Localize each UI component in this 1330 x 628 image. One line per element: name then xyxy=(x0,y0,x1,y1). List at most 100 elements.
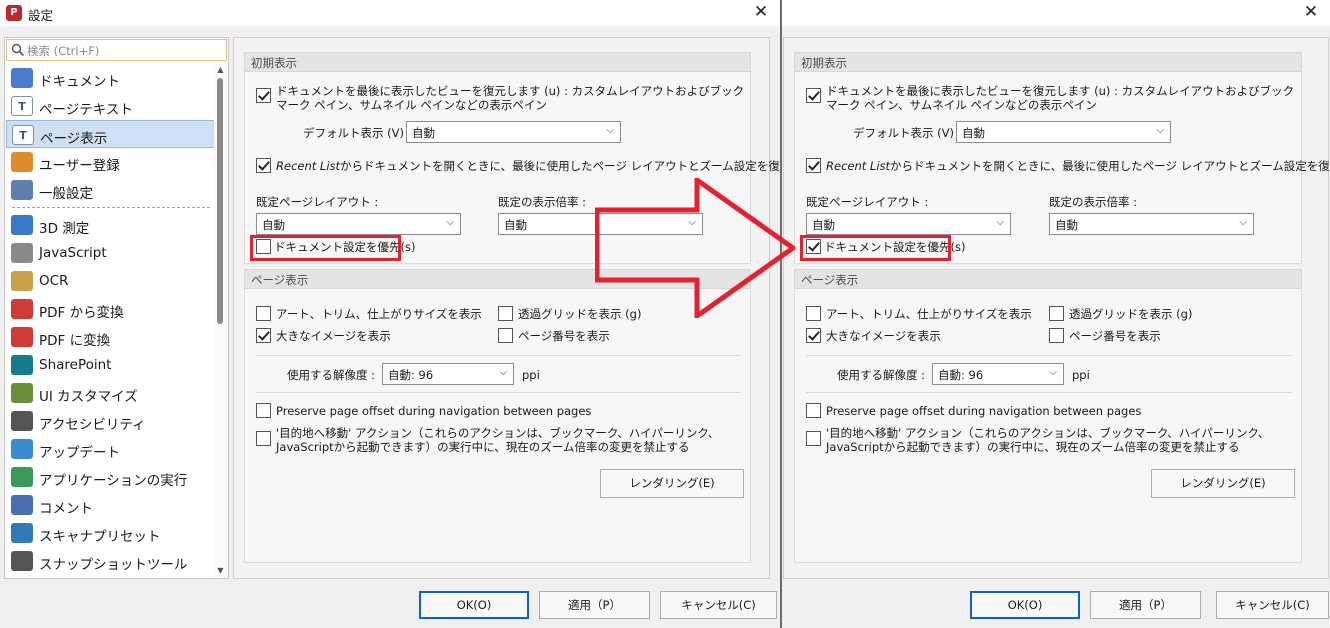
close-button[interactable]: ✕ xyxy=(748,1,774,25)
page-layout-select[interactable]: 自動 ⌵ xyxy=(256,213,461,235)
settings-nav: 検索 (Ctrl+F) ドキュメント T ページテキスト T ページ表示ユーザー登録 一般… xyxy=(4,37,229,579)
resolution-label: 使用する解像度 : xyxy=(837,368,926,382)
preserve-offset-label: Preserve page offset during navigation b… xyxy=(826,404,1142,418)
large-images-checkbox[interactable] xyxy=(256,328,271,343)
art-trim-checkbox[interactable] xyxy=(806,306,821,321)
restore-view-label: ドキュメントを最後に表示したビューを復元します (u) : カスタムレイアウトお… xyxy=(276,84,745,112)
cancel-button[interactable]: キャンセル(C) xyxy=(660,591,777,619)
settings-icon xyxy=(11,180,33,200)
goto-action-label: '目的地へ移動' アクション（これらのアクションは、ブックマーク、ハイパーリンク… xyxy=(826,426,1270,454)
ok-button[interactable]: OK(O) xyxy=(970,591,1080,619)
default-view-select[interactable]: 自動 ⌵ xyxy=(406,121,621,143)
apply-button[interactable]: 適用（P） xyxy=(539,591,650,619)
nav-item-label: スキャナプリセット xyxy=(39,529,161,545)
goto-action-checkbox[interactable] xyxy=(256,431,271,446)
nav-item[interactable]: アップデート xyxy=(6,435,216,463)
nav-item[interactable]: スナップショットツール xyxy=(6,547,216,575)
nav-item[interactable]: T ページテキスト xyxy=(6,92,216,120)
nav-item[interactable]: ドキュメント xyxy=(6,64,216,92)
large-images-label: 大きなイメージを表示 xyxy=(826,329,941,343)
nav-item[interactable]: SharePoint xyxy=(6,351,216,379)
nav-item-label: 一般設定 xyxy=(39,186,93,202)
page-display-group-header: ページ表示 xyxy=(794,269,1302,289)
nav-item-label: アクセシビリティ xyxy=(39,417,146,433)
page-layout-label: 既定ページレイアウト : xyxy=(256,195,379,209)
goto-action-checkbox[interactable] xyxy=(806,431,821,446)
resolution-select[interactable]: 自動: 96 ⌵ xyxy=(382,363,514,385)
recent-list-checkbox[interactable] xyxy=(256,158,271,173)
goto-action-label: '目的地へ移動' アクション（これらのアクションは、ブックマーク、ハイパーリンク… xyxy=(276,426,720,454)
nav-item[interactable]: 3D 測定 xyxy=(6,211,216,239)
nav-item[interactable]: JavaScript xyxy=(6,239,216,267)
nav-item[interactable]: PDF に変換 xyxy=(6,323,216,351)
page-numbers-label: ページ番号を表示 xyxy=(1069,329,1161,343)
nav-item[interactable]: UI カスタマイズ xyxy=(6,379,216,407)
resolution-select[interactable]: 自動: 96 ⌵ xyxy=(932,363,1064,385)
right-arrow-icon xyxy=(595,178,795,318)
user-icon xyxy=(11,152,33,172)
page-numbers-checkbox[interactable] xyxy=(1049,328,1064,343)
nav-item[interactable]: PDF から変換 xyxy=(6,295,216,323)
rendering-button[interactable]: レンダリング(E) xyxy=(600,469,744,498)
page-layout-label: 既定ページレイアウト : xyxy=(806,195,929,209)
page-numbers-checkbox[interactable] xyxy=(498,328,513,343)
chevron-down-icon: ⌵ xyxy=(1049,367,1057,378)
large-images-checkbox[interactable] xyxy=(806,328,821,343)
nav-item[interactable]: 一般設定 xyxy=(6,176,216,204)
scroll-thumb[interactable] xyxy=(217,78,223,324)
pdf-editor-icon: P xyxy=(6,5,22,21)
restore-view-checkbox[interactable] xyxy=(806,88,821,103)
nav-item[interactable]: アプリケーションの実行 xyxy=(6,463,216,491)
transparency-grid-checkbox[interactable] xyxy=(1049,306,1064,321)
nav-item[interactable]: OCR xyxy=(6,267,216,295)
close-button[interactable]: ✕ xyxy=(1298,1,1324,25)
highlight-box xyxy=(250,235,401,261)
nav-scrollbar[interactable]: ▲ ▼ xyxy=(214,64,227,577)
ui-customize-icon xyxy=(11,383,33,403)
apply-button[interactable]: 適用（P） xyxy=(1090,591,1201,619)
page-numbers-label: ページ番号を表示 xyxy=(518,329,610,343)
search-input[interactable]: 検索 (Ctrl+F) xyxy=(6,39,227,61)
nav-item[interactable]: コメント xyxy=(6,491,216,519)
default-view-select[interactable]: 自動 ⌵ xyxy=(956,121,1171,143)
nav-divider xyxy=(12,207,210,208)
nav-item[interactable]: スキャナプリセット xyxy=(6,519,216,547)
sharepoint-icon xyxy=(11,355,33,375)
cancel-button[interactable]: キャンセル(C) xyxy=(1216,591,1329,619)
camera-icon xyxy=(11,551,33,571)
chevron-down-icon: ⌵ xyxy=(1156,125,1164,136)
chevron-down-icon: ⌵ xyxy=(499,367,507,378)
scroll-down-icon[interactable]: ▼ xyxy=(214,565,227,577)
preserve-offset-checkbox[interactable] xyxy=(806,403,821,418)
nav-item[interactable]: アクセシビリティ xyxy=(6,407,216,435)
default-view-label: デフォルト表示 (V) : xyxy=(853,126,962,140)
initial-display-group-header: 初期表示 xyxy=(794,52,1302,72)
divider xyxy=(256,392,741,393)
page-layout-select[interactable]: 自動 ⌵ xyxy=(806,213,1011,235)
pdf-to-icon xyxy=(11,327,33,347)
window-title: 設定 xyxy=(28,8,54,23)
rendering-button[interactable]: レンダリング(E) xyxy=(1151,469,1295,498)
nav-item[interactable]: T ページ表示 xyxy=(6,120,216,148)
transparency-grid-checkbox[interactable] xyxy=(498,306,513,321)
preserve-offset-checkbox[interactable] xyxy=(256,403,271,418)
pdf-from-icon xyxy=(11,299,33,319)
art-trim-checkbox[interactable] xyxy=(256,306,271,321)
zoom-select[interactable]: 自動 ⌵ xyxy=(1049,213,1254,235)
recent-list-checkbox[interactable] xyxy=(806,158,821,173)
scroll-up-icon[interactable]: ▲ xyxy=(214,64,227,76)
ok-button[interactable]: OK(O) xyxy=(419,591,529,619)
transparency-grid-label: 透過グリッドを表示 (g) xyxy=(1069,307,1193,321)
zoom-label: 既定の表示倍率 : xyxy=(498,195,587,209)
nav-item[interactable]: ユーザー登録 xyxy=(6,148,216,176)
scanner-icon xyxy=(11,523,33,543)
resolution-unit: ppi xyxy=(1072,368,1090,382)
nav-item-label: PDF に変換 xyxy=(39,333,111,349)
highlight-box xyxy=(800,235,951,261)
restore-view-checkbox[interactable] xyxy=(256,88,271,103)
nav-item-label: ユーザー登録 xyxy=(39,158,120,174)
update-icon xyxy=(11,439,33,459)
accessibility-icon xyxy=(11,411,33,431)
titlebar: P 設定 ✕ xyxy=(0,0,780,26)
nav-item-label: PDF から変換 xyxy=(39,305,124,321)
